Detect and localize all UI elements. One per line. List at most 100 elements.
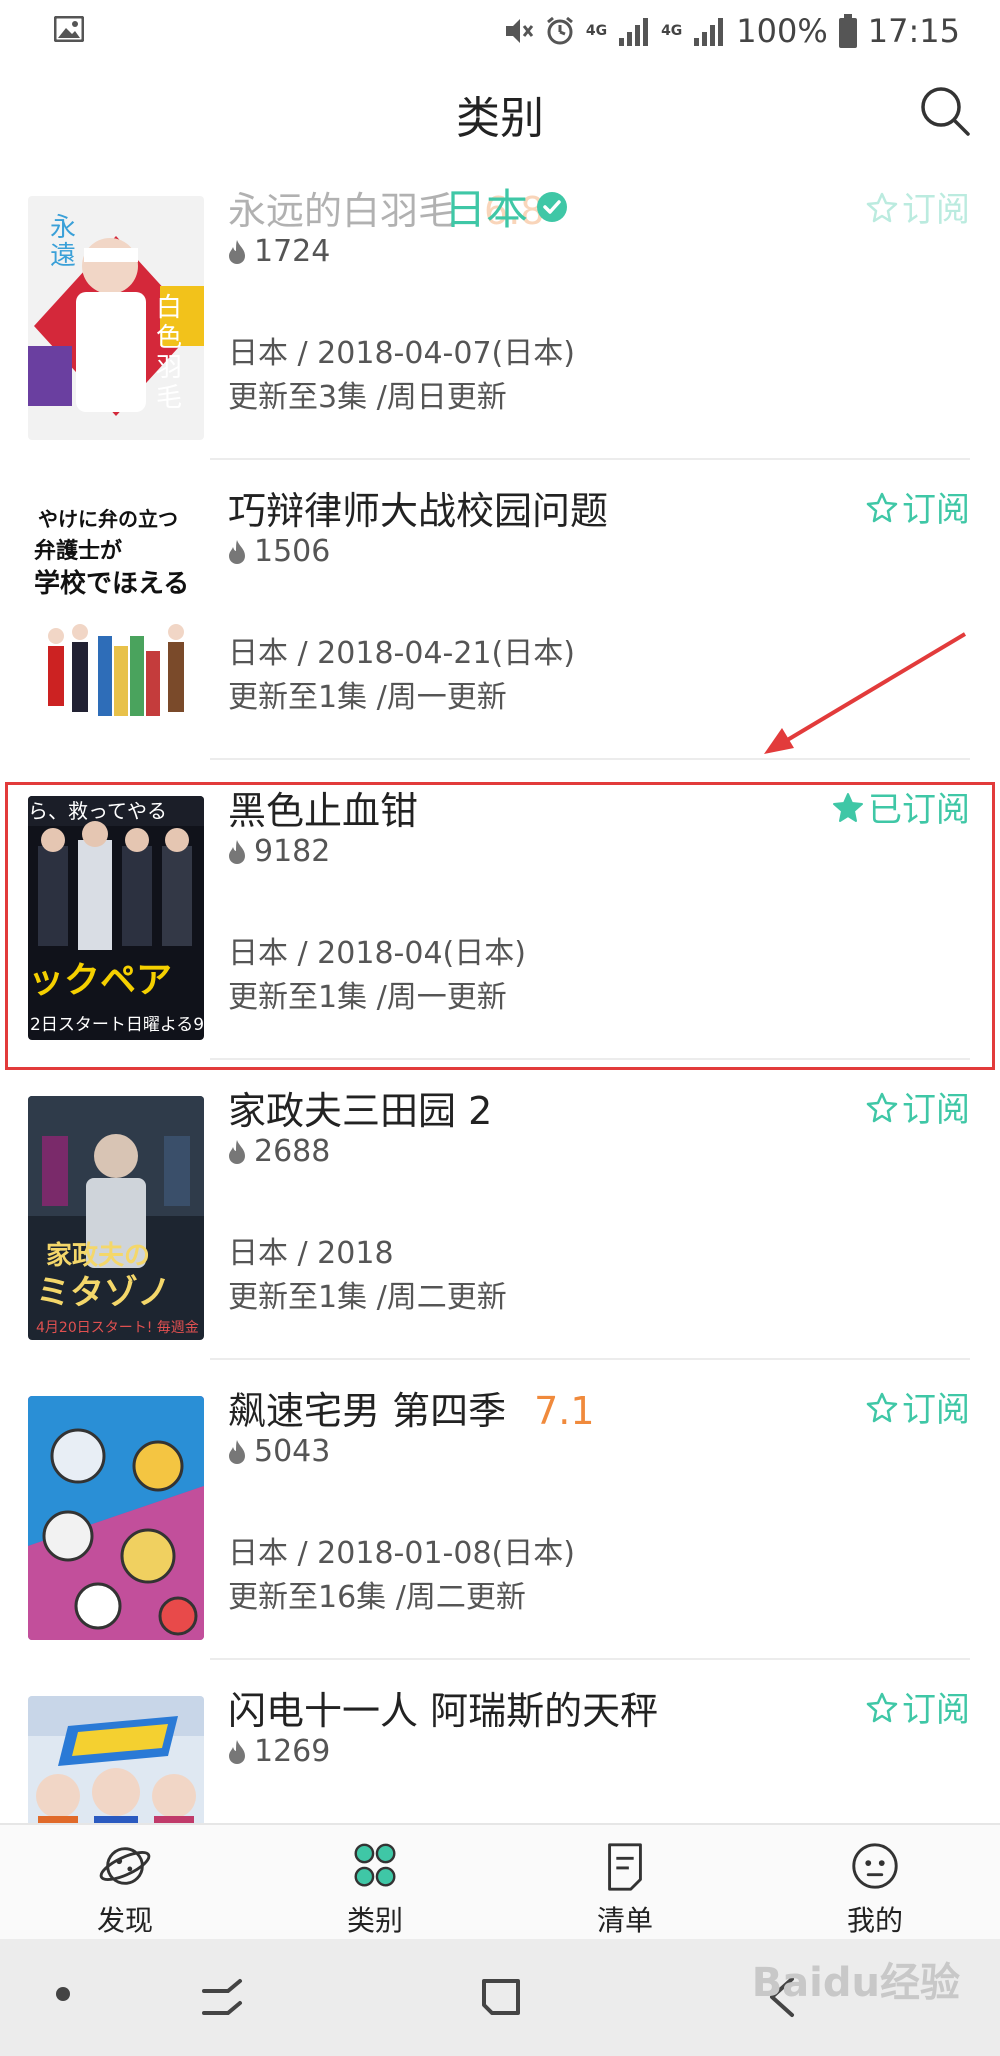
signal-icon-2: [694, 18, 724, 46]
heat-count: 5043: [228, 1434, 330, 1469]
nav-dot-icon[interactable]: [56, 1987, 70, 2001]
subscribe-label: 订阅: [902, 1690, 970, 1730]
subscribe-label: 订阅: [902, 1090, 970, 1130]
subscribe-button[interactable]: 订阅: [866, 182, 970, 231]
star-outline-icon: [866, 192, 898, 222]
subscribe-button[interactable]: 订阅: [866, 1382, 970, 1431]
star-outline-icon: [866, 1392, 898, 1422]
star-outline-icon: [866, 1692, 898, 1722]
list-doc-icon: [608, 1843, 642, 1891]
tab-discover[interactable]: 发现: [0, 1825, 250, 1939]
svg-text:白: 白: [156, 293, 182, 323]
svg-text:4月20日スタート! 毎週金 よる11:15: 4月20日スタート! 毎週金 よる11:15: [36, 1320, 204, 1336]
flame-icon: [229, 539, 245, 564]
highlight-box: [5, 782, 995, 1070]
subscribe-label: 订阅: [902, 1390, 970, 1430]
title-row: 巧辩律师大战校园问题: [228, 480, 608, 535]
show-title: 巧辩律师大战校园问题: [228, 489, 609, 533]
flame-icon: [229, 239, 245, 264]
battery-icon: [838, 14, 857, 48]
svg-text:ミタゾノ: ミタゾノ: [36, 1273, 171, 1313]
poster-image: やけに弁の立つ 弁護士が 学校でほえる: [28, 496, 204, 740]
region-filter[interactable]: 日本: [444, 176, 568, 237]
svg-text:やけに弁の立つ: やけに弁の立つ: [38, 507, 178, 531]
svg-text:色: 色: [156, 323, 182, 353]
network-type-2: 4G: [661, 23, 683, 39]
watermark: Baidu经验: [751, 1960, 960, 2006]
svg-text:弁護士が: 弁護士が: [34, 538, 122, 564]
list-item[interactable]: 闪电十一人 阿瑞斯的天秤 1269 订阅: [0, 1660, 1000, 1823]
home-icon[interactable]: [478, 1975, 524, 2019]
svg-text:永: 永: [50, 213, 76, 243]
show-title: 家政夫三田园 2: [228, 1089, 493, 1133]
heat-count: 2688: [228, 1134, 330, 1169]
show-title: 飙速宅男 第四季: [228, 1389, 507, 1433]
page-title: 类别: [456, 93, 544, 144]
poster-image: [28, 1696, 204, 1823]
battery-percent: 100%: [736, 12, 828, 50]
alarm-icon: [546, 16, 573, 45]
release-info: 日本 / 2018: [228, 1236, 394, 1271]
tab-mine[interactable]: 我的: [750, 1825, 1000, 1939]
list-item[interactable]: 家政夫の ミタゾノ 4月20日スタート! 毎週金 よる11:15 家政夫三田园 …: [0, 1060, 1000, 1360]
subscribe-label: 订阅: [902, 490, 970, 530]
update-info: 更新至3集 /周日更新: [228, 380, 507, 415]
search-icon[interactable]: [918, 84, 972, 138]
tab-discover-label: 发现: [96, 1904, 153, 1937]
bottom-tab-bar: 发现 类别 清单 我的: [0, 1823, 1000, 1939]
tab-category[interactable]: 类别: [250, 1825, 500, 1939]
update-info: 更新至16集 /周二更新: [228, 1580, 526, 1615]
heat-value: 5043: [254, 1434, 331, 1469]
signal-icon: [619, 18, 649, 46]
svg-text:家政夫の: 家政夫の: [46, 1240, 150, 1271]
flame-icon: [229, 1139, 245, 1164]
release-info: 日本 / 2018-04-07(日本): [228, 336, 575, 371]
tab-list-label: 清单: [596, 1904, 653, 1937]
subscribe-button[interactable]: 订阅: [866, 482, 970, 531]
flame-icon: [229, 1739, 245, 1764]
tab-category-label: 类别: [346, 1904, 403, 1937]
tab-mine-label: 我的: [846, 1904, 903, 1937]
status-bar: 4G 4G 100% 17:15: [0, 0, 1000, 62]
subscribe-label: 订阅: [902, 190, 970, 230]
update-info: 更新至1集 /周二更新: [228, 1280, 507, 1315]
show-title: 闪电十一人 阿瑞斯的天秤: [228, 1689, 659, 1733]
face-icon: [852, 1843, 898, 1889]
subscribe-button[interactable]: 订阅: [866, 1682, 970, 1731]
heat-value: 1269: [254, 1734, 331, 1769]
release-info: 日本 / 2018-01-08(日本): [228, 1536, 575, 1571]
recent-apps-icon[interactable]: [200, 1977, 246, 2017]
planet-icon: [99, 1847, 151, 1885]
star-outline-icon: [866, 492, 898, 522]
check-circle-icon: [537, 191, 568, 222]
svg-text:毛: 毛: [156, 383, 182, 413]
svg-text:遠: 遠: [50, 241, 76, 271]
heat-value: 1506: [254, 534, 331, 569]
heat-value: 1724: [254, 234, 331, 269]
grid-circles-icon: [354, 1843, 396, 1887]
tab-list[interactable]: 清单: [500, 1825, 750, 1939]
svg-text:学校でほえる: 学校でほえる: [34, 568, 189, 599]
clock: 17:15: [867, 12, 960, 50]
list-item[interactable]: 飙速宅男 第四季 7.1 5043 日本 / 2018-01-08(日本) 更新…: [0, 1360, 1000, 1660]
release-info: 日本 / 2018-04-21(日本): [228, 636, 575, 671]
update-info: 更新至1集 /周一更新: [228, 680, 507, 715]
show-rating: 7.1: [534, 1389, 595, 1433]
poster-image: 白 色 羽 毛 永 遠: [28, 196, 204, 440]
heat-count: 1269: [228, 1734, 330, 1769]
poster-image: 家政夫の ミタゾノ 4月20日スタート! 毎週金 よる11:15: [28, 1096, 204, 1340]
network-type: 4G: [585, 23, 608, 39]
annotation-arrow: [764, 632, 967, 754]
svg-text:羽: 羽: [156, 353, 182, 383]
region-filter-label: 日本: [444, 185, 529, 234]
heat-count: 1724: [228, 234, 330, 269]
header: 类别: [0, 62, 1000, 162]
gallery-icon: [54, 16, 84, 42]
title-row: 闪电十一人 阿瑞斯的天秤: [228, 1680, 658, 1735]
heat-value: 2688: [254, 1134, 331, 1169]
title-row: 家政夫三田园 2: [228, 1080, 492, 1135]
title-row: 飙速宅男 第四季 7.1: [228, 1380, 595, 1435]
mute-icon: [505, 19, 533, 43]
subscribe-button[interactable]: 订阅: [866, 1082, 970, 1131]
flame-icon: [229, 1439, 245, 1464]
